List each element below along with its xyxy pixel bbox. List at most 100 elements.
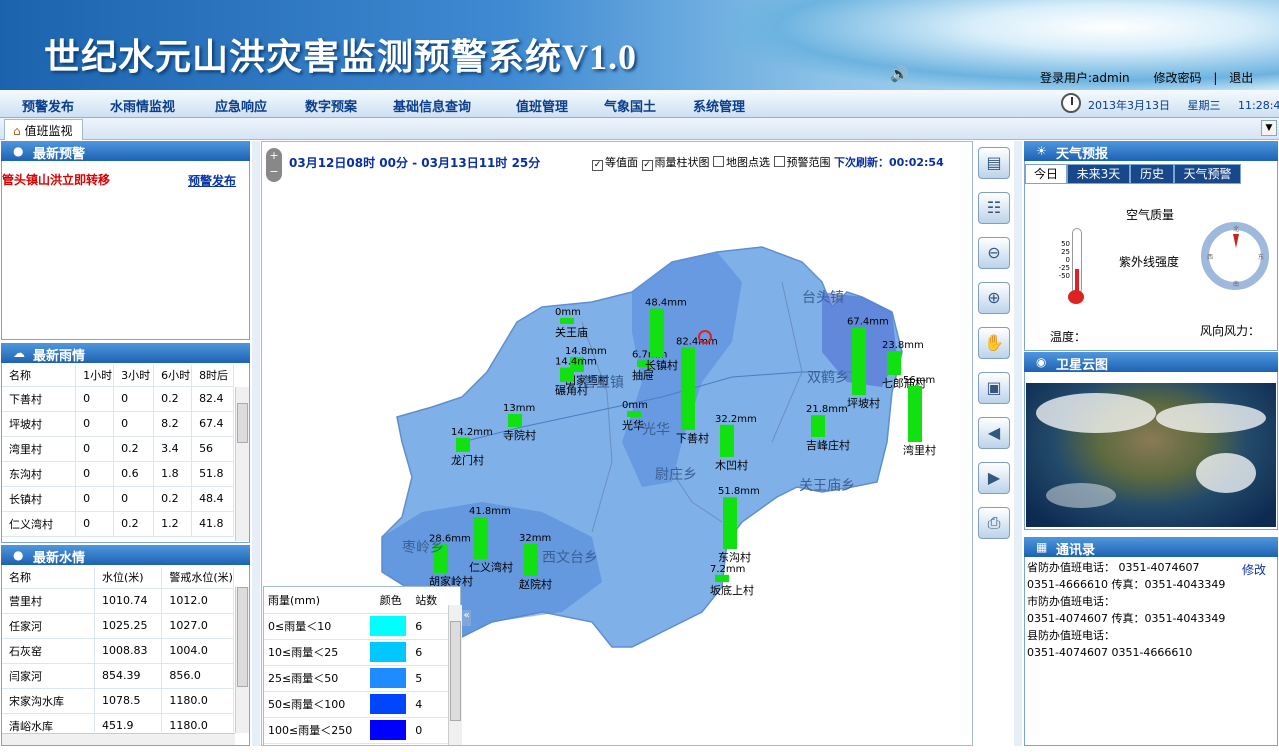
user-bar: 登录用户:admin 修改密码 | 退出 (1040, 69, 1261, 86)
menu-item-duty[interactable]: 值班管理 (516, 96, 568, 115)
rain-bar[interactable] (681, 347, 695, 430)
water-panel-header: ● 最新水情 (1, 545, 250, 566)
cloud-shape (1156, 403, 1266, 433)
cell: 0 (75, 511, 115, 537)
rain-bar[interactable] (887, 351, 901, 375)
option-warning-range[interactable]: 预警范围 (773, 156, 831, 169)
warning-message[interactable]: 管头镇山洪立即转移 (2, 171, 110, 188)
forward-arrow-icon[interactable]: ▶ (978, 462, 1010, 494)
option-isoline[interactable]: ✓ 等值面 (592, 156, 638, 171)
collapse-legend-icon[interactable]: « (462, 610, 471, 626)
full-extent-icon[interactable]: ▣ (978, 372, 1010, 404)
print-icon[interactable]: ⎙ (978, 507, 1010, 539)
weather-tabs: 今日 未来3天 历史 天气预警 (1025, 164, 1275, 184)
cell: 清峪水库 (2, 713, 95, 732)
option-map-pick[interactable]: 地图点选 (713, 156, 770, 169)
col-header: 8时后 (191, 365, 234, 387)
rain-bar[interactable] (811, 415, 825, 437)
table-row[interactable]: 宋家沟水库 1078.5 1180.0 (2, 688, 234, 714)
rain-bar[interactable] (627, 411, 641, 417)
rain-bar[interactable] (508, 414, 522, 427)
rain-bar[interactable] (650, 308, 664, 357)
tab-duty-monitor[interactable]: ⌂ 值班监视 (4, 119, 84, 140)
compass-north: 北 (1233, 226, 1240, 233)
table-row[interactable]: 下善村 0 0 0.2 82.4 (2, 386, 234, 412)
map-options: ✓ 等值面 ✓ 雨量柱状图 地图点选 预警范围 下次刷新：00:02:54 (592, 154, 944, 171)
map-layers-stack-icon[interactable]: ☷ (978, 192, 1010, 224)
warning-release-link[interactable]: 预警发布 (188, 172, 236, 189)
map-layer-icon[interactable]: ▤ (978, 147, 1010, 179)
rain-bar[interactable] (720, 424, 734, 457)
weather-panel-title: 天气预报 (1056, 147, 1109, 162)
tab-list-dropdown[interactable]: ▼ (1261, 120, 1277, 136)
logout-link[interactable]: 退出 (1229, 71, 1253, 85)
rain-bar[interactable] (560, 318, 574, 324)
table-row[interactable]: 石灰窑 1008.83 1004.0 (2, 638, 234, 664)
scrollbar-thumb[interactable] (237, 403, 248, 443)
menu-item-weather-land[interactable]: 气象国土 (604, 96, 656, 115)
table-row[interactable]: 湾里村 0 0.2 3.4 56 (2, 436, 234, 462)
zoom-plus-icon[interactable]: + (266, 148, 282, 164)
rain-bar[interactable] (908, 386, 922, 442)
pan-hand-icon[interactable]: ✋ (978, 327, 1010, 359)
checkbox-icon[interactable] (713, 156, 724, 167)
right-splitter[interactable] (1014, 141, 1022, 746)
menu-item-rain-water[interactable]: 水雨情监视 (110, 96, 175, 115)
legend-scrollbar[interactable] (448, 605, 462, 745)
menu-item-warning-release[interactable]: 预警发布 (22, 96, 74, 115)
tab-history[interactable]: 历史 (1130, 164, 1174, 184)
zoom-in-icon[interactable]: ⊕ (978, 282, 1010, 314)
option-rain-bar[interactable]: ✓ 雨量柱状图 (641, 156, 710, 171)
zoom-out-icon[interactable]: ⊖ (978, 237, 1010, 269)
scrollbar-thumb[interactable] (237, 587, 248, 687)
rain-bar[interactable] (560, 367, 574, 382)
table-row[interactable]: 东沟村 0 0.6 1.8 51.8 (2, 461, 234, 487)
clock-icon (1061, 93, 1081, 113)
table-row[interactable]: 营里村 1010.74 1012.0 (2, 588, 234, 614)
rain-bar[interactable] (456, 437, 470, 452)
rain-bar[interactable] (723, 497, 737, 549)
rain-bar[interactable] (852, 327, 866, 395)
station-15[interactable]: 7.2mm 坂底上村 (710, 564, 754, 597)
table-row[interactable]: 仁义湾村 0 0.2 1.2 41.8 (2, 511, 234, 537)
rain-bar[interactable] (474, 517, 488, 559)
warning-panel-header: ● 最新预警 (1, 141, 250, 162)
tab-today[interactable]: 今日 (1025, 164, 1067, 184)
left-splitter[interactable] (252, 141, 260, 746)
checkbox-checked-icon[interactable]: ✓ (592, 160, 603, 171)
tab-weather-warning[interactable]: 天气预警 (1174, 164, 1241, 184)
cell: 1010.74 (94, 588, 163, 614)
table-row[interactable]: 闫家河 854.39 856.0 (2, 663, 234, 689)
table-row[interactable]: 清峪水库 451.9 1180.0 (2, 713, 234, 732)
checkbox-checked-icon[interactable]: ✓ (641, 160, 653, 171)
change-password-link[interactable]: 修改密码 (1153, 71, 1201, 85)
rain-bar[interactable] (524, 544, 538, 576)
map-zoom-control[interactable]: + − (266, 148, 282, 182)
table-row[interactable]: 任家河 1025.25 1027.0 (2, 613, 234, 639)
menu-item-basic-info[interactable]: 基础信息查询 (393, 96, 471, 115)
satellite-cloud-image[interactable] (1026, 383, 1276, 527)
back-arrow-icon[interactable]: ◀ (978, 417, 1010, 449)
table-row[interactable]: 长镇村 0 0 0.2 48.4 (2, 486, 234, 512)
cell: 451.9 (94, 713, 163, 732)
zoom-minus-icon[interactable]: − (266, 164, 282, 180)
col-header: 名称 (2, 567, 95, 589)
tab-next-3-days[interactable]: 未来3天 (1067, 164, 1130, 184)
water-table-scrollbar[interactable] (235, 587, 249, 733)
table-row[interactable]: 坪坡村 0 0 8.2 67.4 (2, 411, 234, 437)
legend-range: 25≤雨量＜50 (264, 665, 367, 692)
cell: 宋家沟水库 (2, 688, 95, 714)
rain-table-wrap: 名称 1小时 3小时 6小时 8时后 下善村 0 0 0.2 82.4 坪坡村 0 0 8.2… (2, 365, 234, 541)
checkbox-icon[interactable] (773, 156, 785, 167)
option-label: 预警范围 (786, 156, 831, 169)
menu-item-digital-plan[interactable]: 数字预案 (305, 96, 357, 115)
sound-icon[interactable]: 🔊 (890, 66, 910, 82)
rain-table-scrollbar[interactable] (235, 387, 249, 541)
menu-item-emergency[interactable]: 应急响应 (215, 96, 267, 115)
rain-bar[interactable] (715, 574, 729, 582)
station-name-label: 龙门村 (451, 453, 484, 467)
water-table-hscrollbar[interactable] (2, 733, 235, 745)
menu-item-system[interactable]: 系统管理 (693, 96, 745, 115)
scrollbar-thumb[interactable] (450, 621, 461, 721)
region-label: 关王庙乡 (799, 478, 855, 494)
